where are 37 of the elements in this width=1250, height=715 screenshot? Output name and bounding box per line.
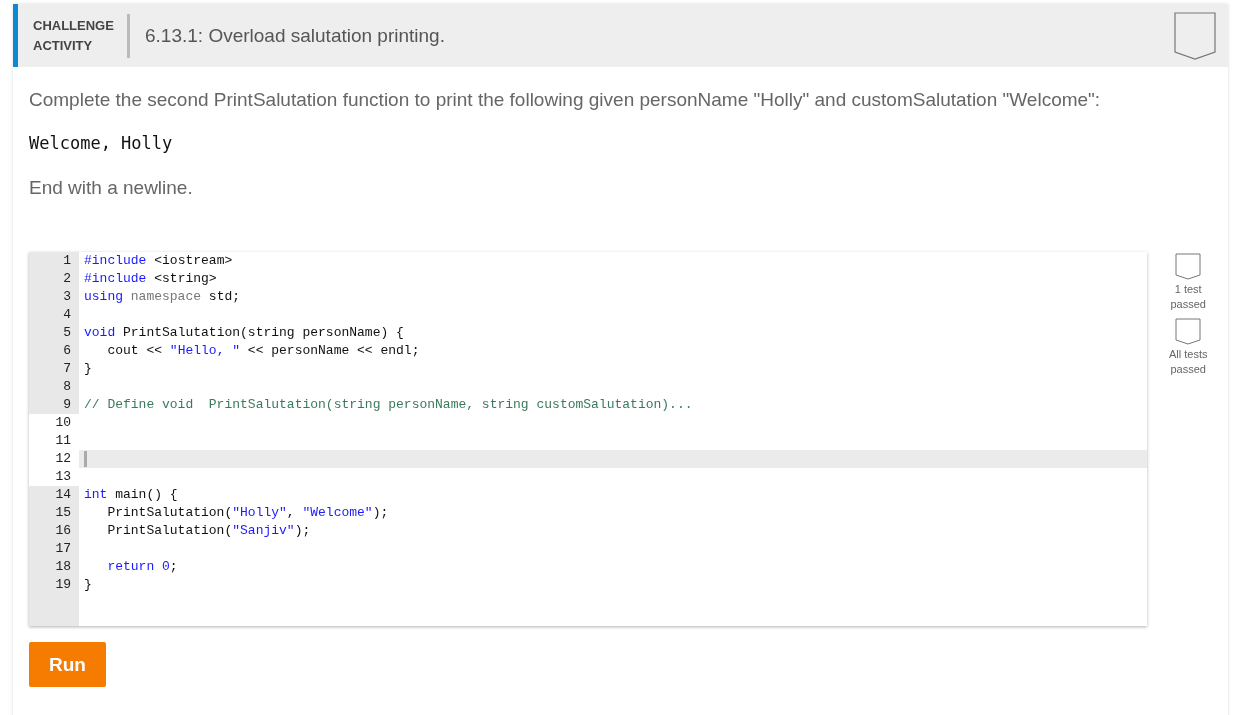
instruction-note: End with a newline. [29, 177, 194, 199]
line-number: 18 [29, 558, 79, 576]
line-number: 3 [29, 288, 79, 306]
line-number: 9 [29, 396, 79, 414]
run-button[interactable]: Run [29, 642, 106, 687]
line-number: 7 [29, 360, 79, 378]
code-line: #include <string> [83, 270, 218, 288]
line-number: 5 [29, 324, 79, 342]
code-line: int main() { [83, 486, 179, 504]
code-line: #include <iostream> [83, 252, 234, 270]
code-line: // Define void PrintSalutation(string personName, string customSalutation)... [83, 396, 694, 414]
line-number: 15 [29, 504, 79, 522]
line-number: 1 [29, 252, 79, 270]
code-line: cout << "Hello, " << personName << endl; [106, 342, 421, 360]
activity-type-label: CHALLENGE ACTIVITY [33, 16, 115, 55]
code-line: using namespace std; [83, 288, 242, 306]
instruction-text: Complete the second PrintSalutation function to print the following given personName "Holly" and customSalutation "Welcome": [29, 89, 1102, 111]
line-number: 6 [29, 342, 79, 360]
code-editor[interactable] [29, 252, 1148, 626]
test-status-label: 1 test passed [1170, 282, 1206, 312]
expected-output: Welcome, Holly [29, 133, 174, 153]
line-number: 19 [29, 576, 79, 594]
gutter-background [29, 594, 79, 626]
line-number: 16 [29, 522, 79, 540]
line-number: 2 [29, 270, 79, 288]
activity-title: 6.13.1: Overload salutation printing. [145, 24, 446, 47]
code-line: PrintSalutation("Sanjiv"); [106, 522, 312, 540]
code-line: return 0; [106, 558, 179, 576]
code-line: } [83, 576, 93, 594]
line-number: 17 [29, 540, 79, 558]
line-number: 4 [29, 306, 79, 324]
code-line: PrintSalutation("Holly", "Welcome"); [106, 504, 390, 522]
line-number: 8 [29, 378, 79, 396]
line-number: 14 [29, 486, 79, 504]
code-line: void PrintSalutation(string personName) { [83, 324, 405, 342]
test-status-label: All tests passed [1168, 347, 1208, 377]
code-line: } [83, 360, 93, 378]
